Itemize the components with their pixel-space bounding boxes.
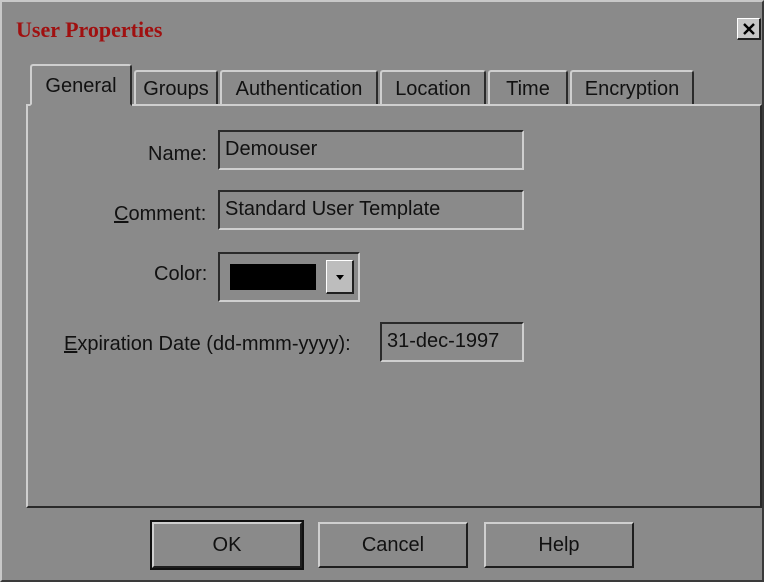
expiration-date-field[interactable]: 31-dec-1997 [380, 322, 524, 362]
tab-groups[interactable]: Groups [134, 70, 218, 106]
color-label: Color: [154, 263, 208, 285]
dropdown-arrow-icon [335, 268, 345, 286]
tab-groups-label: Groups [143, 78, 209, 100]
close-icon [742, 22, 756, 36]
tab-general-label: General [45, 75, 117, 97]
tab-authentication-label: Authentication [235, 78, 363, 100]
tab-encryption[interactable]: Encryption [570, 70, 694, 106]
color-dropdown-button[interactable] [326, 260, 354, 294]
color-swatch [230, 264, 316, 290]
name-label: Name: [148, 143, 207, 165]
tab-authentication[interactable]: Authentication [220, 70, 378, 106]
tab-location[interactable]: Location [380, 70, 486, 106]
tab-time-label: Time [506, 78, 550, 100]
expiration-date-label: Expiration Date (dd-mmm-yyyy): [64, 333, 351, 355]
user-properties-dialog: User Properties General Groups Authentic… [0, 0, 764, 582]
tab-general[interactable]: General [30, 64, 132, 106]
tab-location-label: Location [395, 78, 471, 100]
name-field[interactable]: Demouser [218, 130, 524, 170]
tab-time[interactable]: Time [488, 70, 568, 106]
comment-label: Comment: [114, 203, 207, 225]
dialog-title: User Properties [16, 17, 163, 42]
comment-field[interactable]: Standard User Template [218, 190, 524, 230]
ok-button[interactable]: OK [150, 520, 304, 570]
close-button[interactable] [737, 18, 761, 40]
color-select[interactable] [218, 252, 360, 302]
cancel-button[interactable]: Cancel [318, 522, 468, 568]
tab-encryption-label: Encryption [584, 78, 680, 100]
help-button[interactable]: Help [484, 522, 634, 568]
